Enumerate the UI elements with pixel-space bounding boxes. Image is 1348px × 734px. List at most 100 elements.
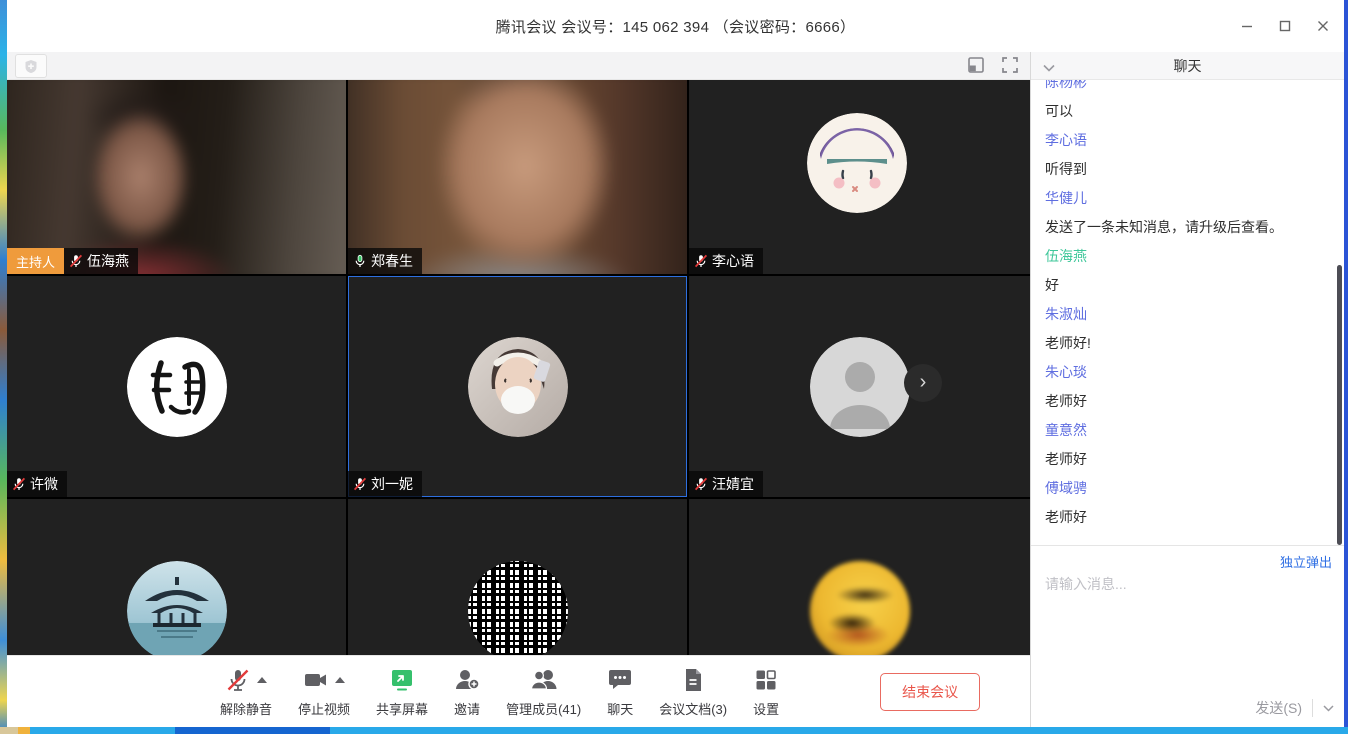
cartoon-avatar: [807, 113, 907, 213]
participant-name: 许微: [30, 474, 58, 494]
video-grid: 主持人 伍海燕: [7, 80, 1030, 655]
share-screen-icon: [389, 667, 415, 693]
camera-options-caret[interactable]: [335, 677, 345, 683]
host-badge: 主持人: [7, 248, 64, 274]
video-tile-qr[interactable]: [348, 499, 687, 655]
video-tile-pavilion[interactable]: [7, 499, 346, 655]
chat-message-input[interactable]: [1045, 574, 1330, 664]
minimize-button[interactable]: [1232, 11, 1262, 41]
meeting-window: 腾讯会议 会议号：145 062 394 （会议密码：6666）: [7, 0, 1344, 727]
video-tile-lixinyu[interactable]: 李心语: [689, 80, 1030, 274]
divider: [1312, 699, 1313, 717]
toolbar-label: 解除静音: [220, 699, 272, 718]
fullscreen-button[interactable]: [1000, 55, 1020, 75]
chevron-down-icon: [1323, 705, 1334, 712]
send-button[interactable]: 发送(S): [1255, 698, 1302, 718]
members-icon: [530, 667, 558, 693]
chat-bubble-icon: [607, 667, 633, 693]
photo-avatar: [468, 337, 568, 437]
settings-button[interactable]: 设置: [740, 666, 792, 718]
sender-name: 傅域骋: [1045, 479, 1344, 498]
chat-scrollbar[interactable]: [1337, 265, 1342, 545]
next-page-button[interactable]: ›: [904, 364, 942, 402]
video-tile-wuhaiyan[interactable]: 主持人 伍海燕: [7, 80, 346, 274]
message-text: 发送了一条未知消息，请升级后查看。: [1045, 218, 1344, 237]
desktop-edge-right: [1344, 0, 1348, 734]
mic-active-icon: [353, 254, 367, 268]
sender-name: 李心语: [1045, 131, 1344, 150]
nameplate: 主持人 伍海燕: [7, 248, 138, 274]
mic-muted-icon: [225, 667, 251, 693]
default-avatar: [810, 337, 910, 437]
sender-name: 朱心琰: [1045, 363, 1344, 382]
toolbar-label: 聊天: [607, 699, 633, 718]
video-tile-zhengchunsheng[interactable]: 郑春生: [348, 80, 687, 274]
layout-view-icon: [966, 55, 986, 75]
video-tile-liuyini-selected[interactable]: 刘一妮: [348, 276, 687, 497]
toolbar-label: 共享屏幕: [376, 699, 428, 718]
video-feed: [7, 80, 346, 274]
video-header-bar: [7, 52, 1030, 80]
message-text: 好: [1045, 276, 1344, 295]
participant-name: 汪婧宜: [712, 474, 754, 494]
window-controls: [1232, 0, 1338, 52]
layout-view-button[interactable]: [966, 55, 986, 75]
participant-name: 郑春生: [371, 251, 413, 271]
manage-members-button[interactable]: 管理成员(41): [493, 666, 594, 718]
stop-video-button[interactable]: 停止视频: [285, 666, 363, 718]
participant-name: 伍海燕: [87, 251, 129, 271]
sender-name: 朱淑灿: [1045, 305, 1344, 324]
mic-muted-icon: [694, 254, 708, 268]
chat-input-area: 独立弹出 发送(S): [1031, 545, 1344, 727]
send-options-button[interactable]: [1323, 699, 1334, 717]
mic-muted-icon: [353, 477, 367, 491]
emoji-avatar: [810, 561, 910, 655]
meeting-security-button[interactable]: [15, 54, 47, 78]
message-text: 可以: [1045, 102, 1344, 121]
video-area: 主持人 伍海燕: [7, 52, 1030, 727]
share-screen-button[interactable]: 共享屏幕: [363, 666, 441, 718]
video-tile-xuwei[interactable]: 许微: [7, 276, 346, 497]
pavilion-avatar: [127, 561, 227, 655]
message-text: 老师好!: [1045, 334, 1344, 353]
meeting-docs-button[interactable]: 会议文档(3): [646, 666, 740, 718]
toolbar-label: 会议文档(3): [659, 699, 727, 718]
sender-name: 陈杨彬: [1045, 80, 1344, 92]
invite-icon: [454, 667, 480, 693]
mic-muted-icon: [694, 477, 708, 491]
mic-options-caret[interactable]: [257, 677, 267, 683]
chevron-down-icon: [1043, 64, 1055, 72]
desktop-taskbar-strip: [0, 727, 1348, 734]
qr-code-avatar: [468, 561, 568, 655]
collapse-chat-button[interactable]: [1043, 59, 1055, 75]
chat-header: 聊天: [1031, 52, 1344, 80]
chat-button[interactable]: 聊天: [594, 666, 646, 718]
meeting-toolbar: 解除静音 停止视频: [7, 655, 1030, 727]
unmute-button[interactable]: 解除静音: [207, 666, 285, 718]
video-tile-emoji[interactable]: [689, 499, 1030, 655]
video-tile-wangjingyi[interactable]: › 汪婧宜: [689, 276, 1030, 497]
popout-chat-link[interactable]: 独立弹出: [1280, 552, 1332, 571]
close-button[interactable]: [1308, 11, 1338, 41]
message-text: 老师好: [1045, 392, 1344, 411]
invite-button[interactable]: 邀请: [441, 666, 493, 718]
toolbar-label: 设置: [753, 699, 779, 718]
settings-icon: [754, 668, 778, 692]
maximize-button[interactable]: [1270, 11, 1300, 41]
calligraphy-avatar: [127, 337, 227, 437]
toolbar-label: 邀请: [454, 699, 480, 718]
end-meeting-button[interactable]: 结束会议: [880, 673, 980, 711]
mic-muted-icon: [12, 477, 26, 491]
video-feed: [348, 80, 687, 274]
document-icon: [680, 667, 706, 693]
toolbar-label: 管理成员(41): [506, 699, 581, 718]
mic-muted-icon: [69, 254, 83, 268]
chevron-right-icon: ›: [920, 372, 927, 392]
chat-message-list[interactable]: 陈杨彬 可以 李心语 听得到 华健儿 发送了一条未知消息，请升级后查看。 伍海燕…: [1031, 80, 1344, 545]
sender-name: 童意然: [1045, 421, 1344, 440]
window-title: 腾讯会议 会议号：145 062 394 （会议密码：6666）: [7, 0, 1344, 52]
message-text: 听得到: [1045, 160, 1344, 179]
desktop-edge-left: [0, 0, 7, 734]
title-bar: 腾讯会议 会议号：145 062 394 （会议密码：6666）: [7, 0, 1344, 52]
message-text: 老师好: [1045, 450, 1344, 469]
